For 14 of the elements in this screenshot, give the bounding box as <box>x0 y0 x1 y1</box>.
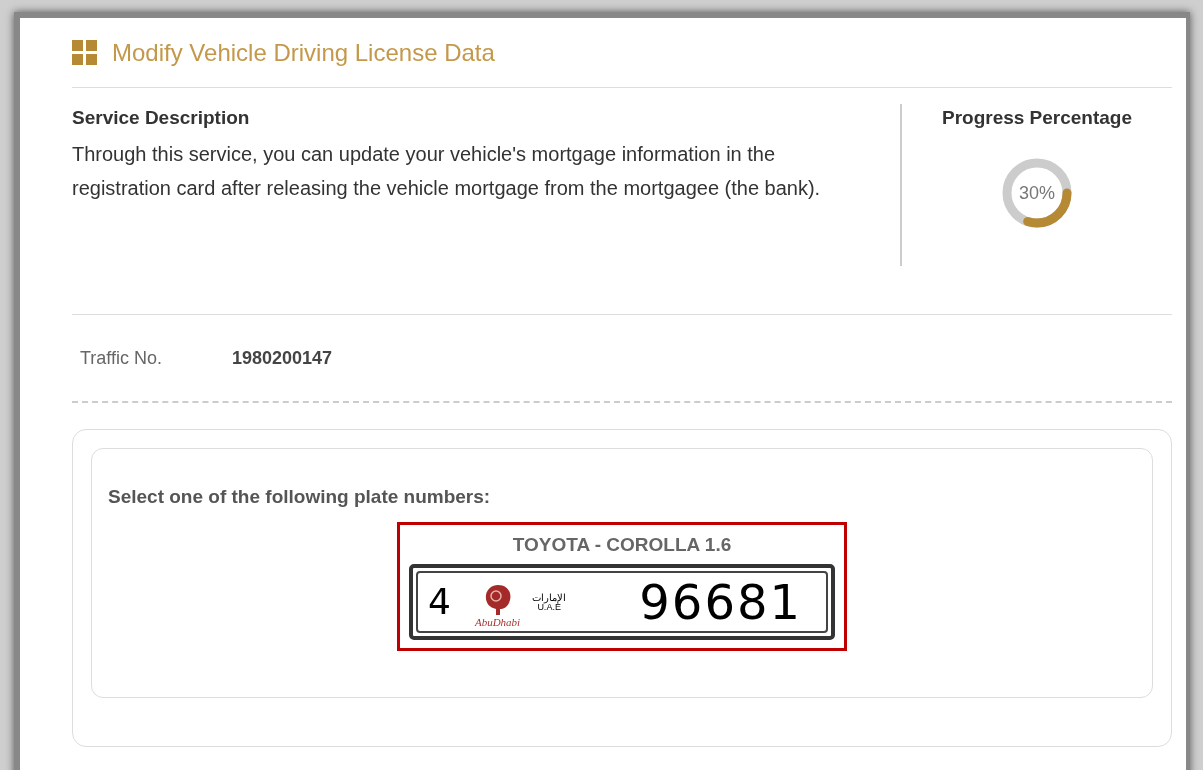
vehicle-name: TOYOTA - COROLLA 1.6 <box>512 532 732 557</box>
grid-icon <box>72 39 98 66</box>
service-description: Through this service, you can update your vehicle's mortgage information in the registration card after releasing the vehicle mortgage from the mortgagee (the bank). <box>72 141 822 201</box>
progress-reading: 30% <box>1019 183 1055 202</box>
traffic-label: Traffic No. <box>80 346 164 370</box>
country-arabic: الإمارات <box>532 592 567 603</box>
traffic-number: 1980200147 <box>232 346 333 370</box>
page-title: Modify Vehicle Driving License Data <box>112 37 495 68</box>
plates-prompt: Select one of the following plate numbers: <box>108 485 492 509</box>
plate-code: 4 <box>428 584 451 620</box>
plate-number: 96681 <box>639 578 802 626</box>
progress-heading: Progress Percentage <box>941 106 1133 130</box>
section-heading: Service Description <box>72 106 251 130</box>
emirate-name: AbuDhabi <box>474 616 521 628</box>
